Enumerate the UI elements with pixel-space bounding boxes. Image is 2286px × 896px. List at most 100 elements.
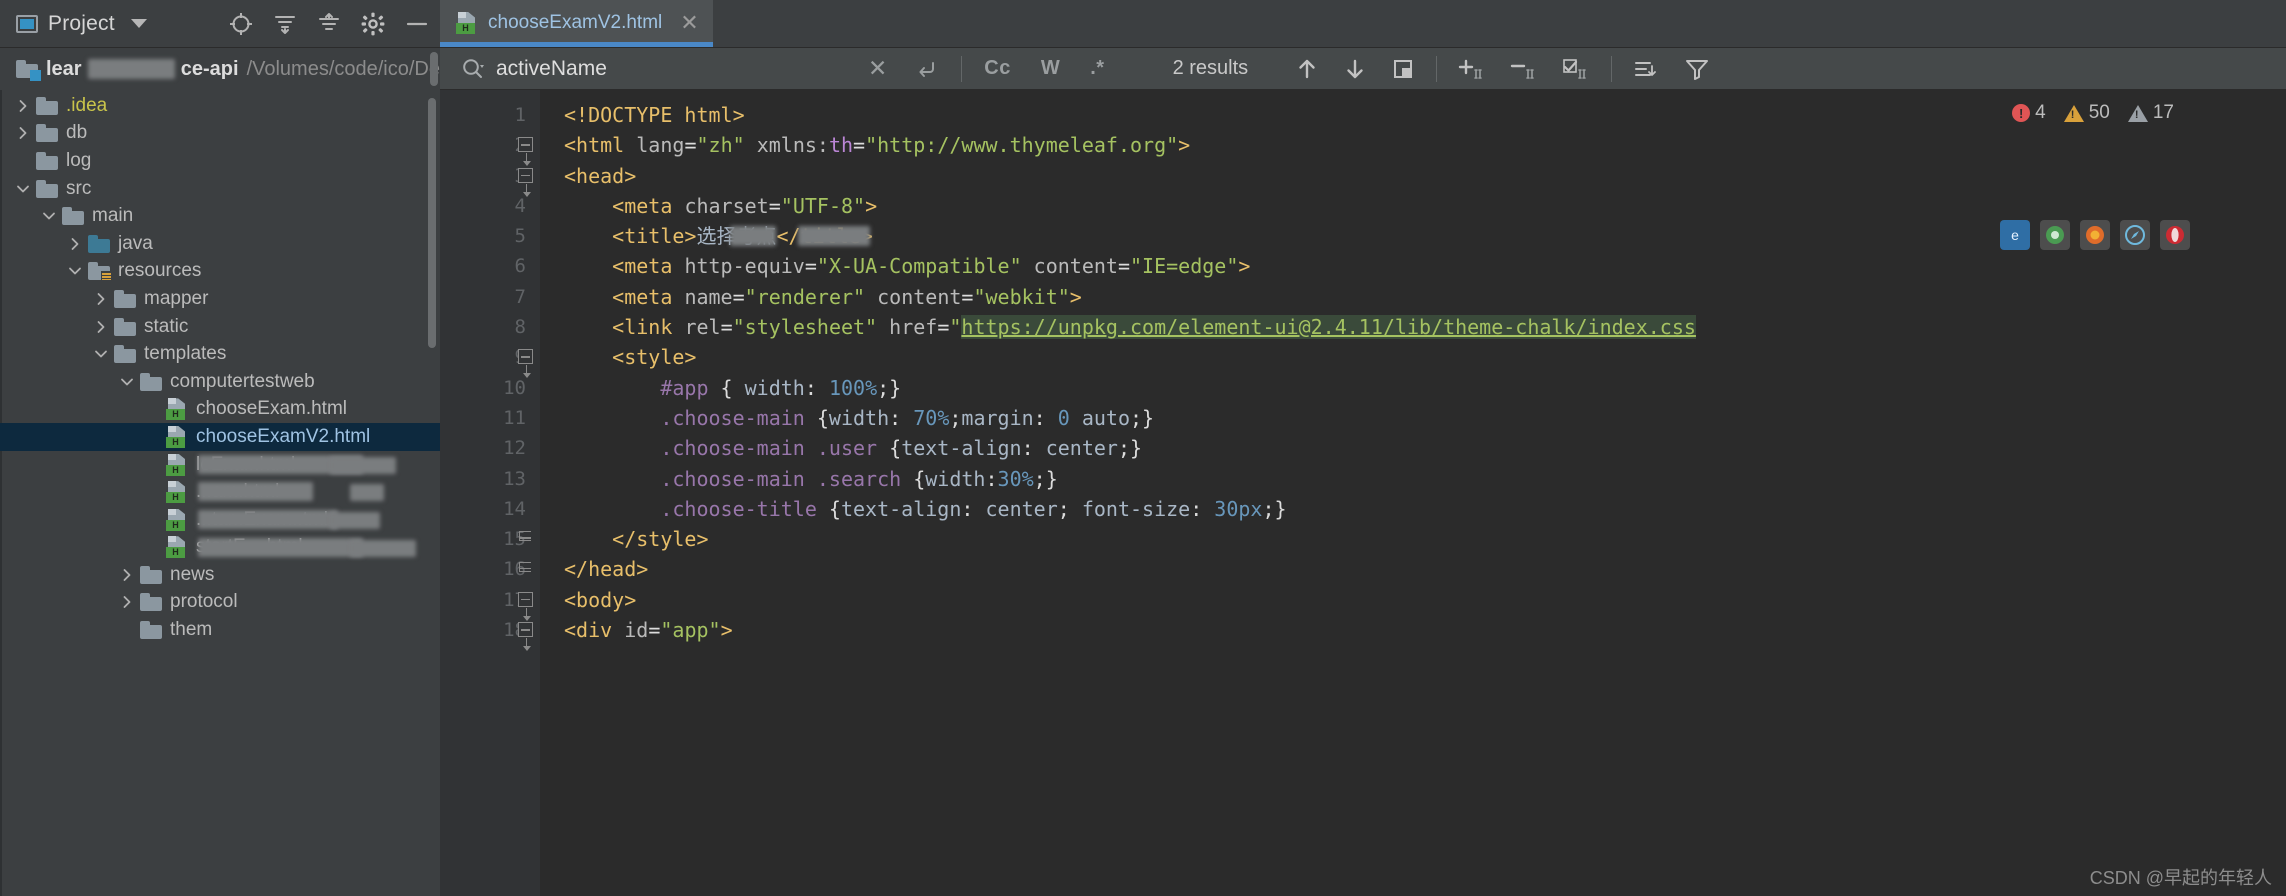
code-line[interactable]: <html lang="zh" xmlns:th="http://www.thy… (540, 130, 2286, 160)
gear-icon[interactable] (360, 11, 386, 37)
chrome-browser-icon[interactable] (2040, 220, 2070, 250)
filter-selection-icon[interactable] (1561, 56, 1591, 82)
clear-search-icon[interactable]: ✕ (868, 55, 887, 82)
firefox-browser-icon[interactable] (2080, 220, 2110, 250)
editor-tab-chooseExamV2[interactable]: H chooseExamV2.html ✕ (440, 0, 713, 47)
regex-toggle[interactable]: .* (1090, 57, 1104, 80)
code-line[interactable]: <meta http-equiv="X-UA-Compatible" conte… (540, 251, 2286, 281)
chevron-right-icon[interactable] (62, 236, 88, 252)
arrow-up-icon[interactable] (1294, 56, 1320, 82)
warning-indicator[interactable]: 50 (2063, 102, 2110, 124)
chevron-down-icon[interactable] (114, 374, 140, 390)
chevron-down-icon[interactable] (36, 208, 62, 224)
match-case-toggle[interactable]: Cc (984, 57, 1011, 80)
tree-folder-item[interactable]: log (0, 147, 440, 175)
chevron-right-icon[interactable] (10, 125, 36, 141)
chevron-right-icon[interactable] (114, 567, 140, 583)
tree-folder-item[interactable]: them (0, 616, 440, 644)
search-input[interactable]: activeName (452, 48, 856, 90)
code-line[interactable]: </head> (540, 554, 2286, 584)
filter-icon[interactable] (1684, 56, 1710, 82)
code-line[interactable]: <body> (540, 585, 2286, 615)
search-icon[interactable] (460, 56, 486, 82)
chevron-right-icon[interactable] (88, 319, 114, 335)
tree-item-label: main (92, 205, 134, 227)
close-icon[interactable]: ✕ (680, 12, 698, 34)
search-history-icon[interactable] (913, 56, 939, 82)
safari-browser-icon[interactable] (2120, 220, 2150, 250)
code-line[interactable]: <meta charset="UTF-8"> (540, 191, 2286, 221)
tree-folder-item[interactable]: main (0, 202, 440, 230)
weak-warning-indicator[interactable]: 17 (2127, 102, 2174, 124)
find-toolbar: activeName ✕ Cc W .* 2 results (440, 48, 2286, 90)
project-tree[interactable]: .idea db log src main java resources mapper stat… (0, 90, 440, 896)
error-indicator[interactable]: 4 (2012, 102, 2046, 124)
code-editor[interactable]: 123456789101112131415161718 <!DOCTYPE ht… (440, 90, 2286, 896)
tree-item-label: chooseExam.html (196, 398, 348, 420)
tree-folder-item[interactable]: src (0, 175, 440, 203)
code-line[interactable]: <style> (540, 342, 2286, 372)
arrow-down-icon[interactable] (1342, 56, 1368, 82)
tree-folder-item[interactable]: .idea (0, 92, 440, 120)
expand-all-icon[interactable] (272, 11, 298, 37)
fold-collapse-icon[interactable] (518, 349, 533, 379)
chevron-right-icon[interactable] (10, 98, 36, 114)
tree-folder-item[interactable]: resources (0, 258, 440, 286)
code-line[interactable]: .choose-title {text-align: center; font-… (540, 494, 2286, 524)
warning-count: 50 (2088, 102, 2110, 123)
tree-file-item[interactable]: HchooseExamV2.html (0, 423, 440, 451)
tree-folder-item[interactable]: static (0, 313, 440, 341)
tree-file-item[interactable]: HstartE....html (0, 534, 440, 562)
chevron-right-icon[interactable] (114, 594, 140, 610)
tree-folder-item[interactable]: news (0, 561, 440, 589)
tree-folder-item[interactable]: computertestweb (0, 368, 440, 396)
redacted-filename-mask-2 (350, 484, 384, 502)
tree-folder-item[interactable]: java (0, 230, 440, 258)
tree-file-item[interactable]: HleExa...html (0, 451, 440, 479)
code-line[interactable]: <meta name="renderer" content="webkit"> (540, 282, 2286, 312)
editor-code-area[interactable]: <!DOCTYPE html> <html lang="zh" xmlns:th=… (540, 90, 2286, 896)
code-line[interactable]: .choose-main .user {text-align: center;} (540, 433, 2286, 463)
collapse-all-icon[interactable] (316, 11, 342, 37)
fold-collapse-icon[interactable] (518, 591, 533, 621)
remove-selection-icon[interactable] (1509, 56, 1539, 82)
code-line[interactable]: <link rel="stylesheet" href="https://unp… (540, 312, 2286, 342)
add-selection-icon[interactable] (1457, 56, 1487, 82)
tree-item-label: computertestweb (170, 370, 315, 392)
tree-folder-item[interactable]: mapper (0, 285, 440, 313)
folder-icon (140, 621, 162, 640)
minimize-icon[interactable] (404, 11, 430, 37)
code-line[interactable]: .choose-main {width: 70%;margin: 0 auto;… (540, 403, 2286, 433)
code-line[interactable]: .choose-main .search {width:30%;} (540, 464, 2286, 494)
code-line[interactable]: <head> (540, 161, 2286, 191)
tree-file-item[interactable]: H...tar..Exam..tml (0, 506, 440, 534)
scope-icon[interactable] (1632, 56, 1658, 82)
fold-collapse-icon[interactable] (518, 167, 533, 197)
locate-icon[interactable] (228, 11, 254, 37)
folder-icon (36, 124, 58, 143)
chevron-down-icon[interactable] (10, 181, 36, 197)
select-occurrences-icon[interactable] (1390, 56, 1416, 82)
code-line[interactable]: </style> (540, 524, 2286, 554)
tree-folder-item[interactable]: templates (0, 340, 440, 368)
words-toggle[interactable]: W (1041, 57, 1060, 80)
project-title-button[interactable]: Project (16, 12, 147, 36)
folder-icon (114, 317, 136, 336)
tree-scrollbar[interactable] (430, 52, 438, 86)
chevron-right-icon[interactable] (88, 291, 114, 307)
tree-file-item[interactable]: HchooseExam.html (0, 396, 440, 424)
tree-folder-item[interactable]: db (0, 120, 440, 148)
chevron-down-icon[interactable] (88, 346, 114, 362)
fold-collapse-icon[interactable] (518, 622, 533, 652)
opera-browser-icon[interactable] (2160, 220, 2190, 250)
chevron-down-icon[interactable] (62, 263, 88, 279)
ie-browser-icon[interactable]: e (2000, 220, 2030, 250)
inspection-widget[interactable]: 4 50 17 (2012, 102, 2174, 124)
tree-file-item[interactable]: H...am.html (0, 478, 440, 506)
code-line[interactable]: #app { width: 100%;} (540, 373, 2286, 403)
fold-collapse-icon[interactable] (518, 137, 533, 167)
chevron-down-icon[interactable] (130, 19, 147, 28)
tree-folder-item[interactable]: protocol (0, 589, 440, 617)
folder-icon (114, 289, 136, 308)
code-line[interactable]: <div id="app"> (540, 615, 2286, 645)
